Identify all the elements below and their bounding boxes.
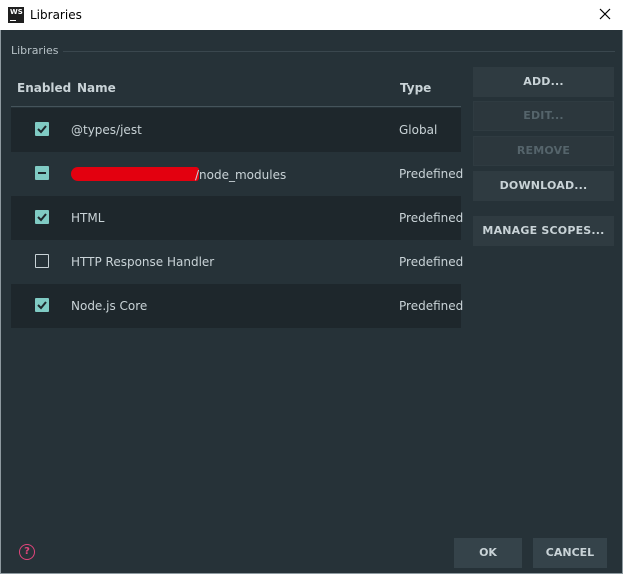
library-type: Predefined [399,167,464,181]
library-type: Predefined [399,299,464,313]
library-type: Predefined [399,255,464,269]
redaction-mark [71,167,199,181]
download-button[interactable]: DOWNLOAD... [473,171,614,201]
app-icon-text: WS [10,8,23,16]
add-button[interactable]: ADD... [473,67,614,97]
library-type: Global [399,123,438,137]
library-name: HTML [71,211,105,225]
libraries-table: Enabled Name Type @types/jest Global /no… [11,71,464,527]
edit-button[interactable]: EDIT... [473,101,614,131]
window-title: Libraries [30,8,82,22]
libraries-dialog: Libraries Enabled Name Type @types/jest … [0,30,623,574]
enabled-checkbox[interactable] [35,298,49,312]
table-row[interactable]: /node_modules Predefined [11,152,464,196]
header-name[interactable]: Name [77,81,116,95]
library-type: Predefined [399,211,464,225]
enabled-checkbox[interactable] [35,254,49,268]
table-header: Enabled Name Type [11,71,461,107]
table-row[interactable]: @types/jest Global [11,108,461,152]
library-name-cell: /node_modules [71,167,286,182]
table-row[interactable]: HTTP Response Handler Predefined [11,240,464,284]
header-type[interactable]: Type [400,81,431,95]
enabled-checkbox[interactable] [35,122,49,136]
enabled-checkbox[interactable] [35,166,49,180]
cancel-button[interactable]: CANCEL [533,538,607,568]
section-divider [63,51,615,52]
ok-button[interactable]: OK [454,538,522,568]
library-name: @types/jest [71,123,142,137]
enabled-checkbox[interactable] [35,210,49,224]
library-name: Node.js Core [71,299,148,313]
webstorm-app-icon: WS [8,7,24,23]
title-bar: WS Libraries [0,0,623,30]
help-icon[interactable]: ? [19,544,35,560]
close-icon[interactable] [597,6,613,22]
library-name: /node_modules [195,168,287,182]
header-enabled[interactable]: Enabled [17,81,71,95]
table-row[interactable]: HTML Predefined [11,196,464,240]
table-row[interactable]: Node.js Core Predefined [11,284,464,328]
library-name: HTTP Response Handler [71,255,215,269]
section-label: Libraries [11,44,59,57]
remove-button[interactable]: REMOVE [473,136,614,166]
manage-scopes-button[interactable]: MANAGE SCOPES... [473,216,614,246]
